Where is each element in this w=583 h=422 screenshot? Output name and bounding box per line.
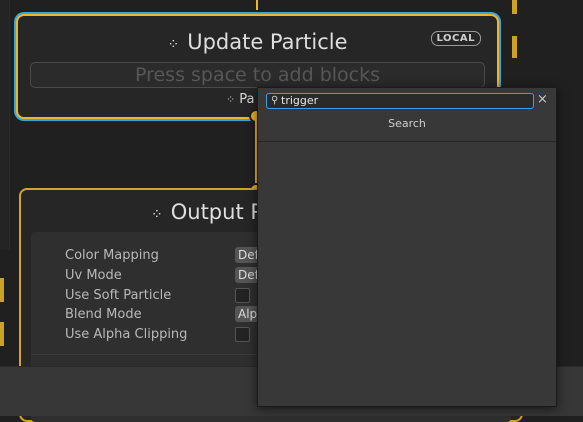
flow-dash [512,36,517,58]
use-soft-particle-checkbox[interactable] [235,288,250,303]
use-alpha-clipping-label: Use Alpha Clipping [65,327,188,342]
uv-mode-label: Uv Mode [65,268,122,283]
search-results-header: Search [388,117,426,130]
add-blocks-placeholder[interactable]: Press space to add blocks [30,62,485,88]
clear-search-icon[interactable]: × [537,92,548,107]
color-mapping-label: Color Mapping [65,248,159,263]
search-icon: ⚲ [271,95,279,106]
use-soft-particle-label: Use Soft Particle [65,288,172,303]
context-icon: ⁘ [151,207,163,223]
particle-sub-label: ⁘ Pa [226,92,255,107]
graph-left-panel-edge [0,0,10,250]
context-icon: ⁘ [226,93,236,106]
blend-mode-label: Blend Mode [65,307,142,322]
search-header-divider [258,141,556,142]
node-search-popup[interactable]: ⚲ × Search [257,87,557,407]
flow-dash [0,322,4,346]
local-space-badge[interactable]: LOCAL [430,31,481,46]
use-alpha-clipping-checkbox[interactable] [235,327,250,342]
update-particle-title: ⁘ Update Particle [167,30,348,54]
search-input[interactable] [281,94,527,108]
search-field[interactable]: ⚲ [266,93,534,109]
context-icon: ⁘ [167,37,180,53]
flow-dash [512,0,517,14]
flow-dash [0,278,4,302]
